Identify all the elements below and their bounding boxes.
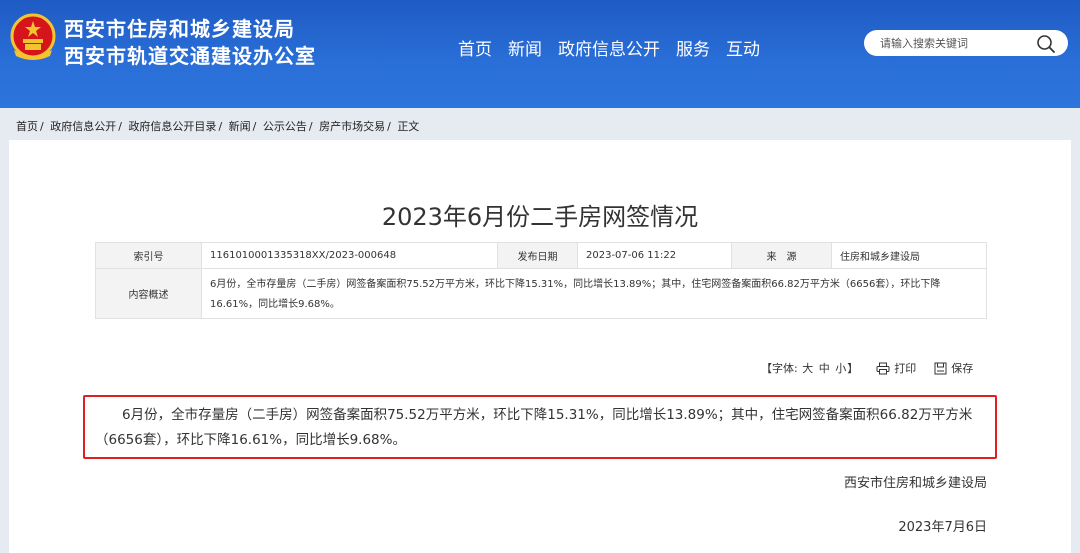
font-size-control: 【字体: 大 中 小】 [761,360,858,376]
search-box [864,30,1068,56]
site-header: 西安市住房和城乡建设局 西安市轨道交通建设办公室 首页 新闻 政府信息公开 服务… [0,0,1080,108]
summary-label: 内容概述 [95,268,202,319]
index-label: 索引号 [95,242,202,269]
main-nav: 首页 新闻 政府信息公开 服务 互动 [458,35,776,60]
org-name-primary: 西安市住房和城乡建设局 [64,17,295,41]
save-label: 保存 [951,362,974,375]
nav-item-services[interactable]: 服务 [676,35,710,60]
article-body: 6月份，全市存量房（二手房）网签备案面积75.52万平方米，环比下降15.31%… [95,407,973,448]
nav-item-interaction[interactable]: 互动 [726,35,760,60]
breadcrumb-gov-info[interactable]: 政府信息公开 [50,120,116,133]
breadcrumb-notices[interactable]: 公示公告 [263,120,307,133]
index-value: 1161010001335318XX/2023-000648 [201,242,498,269]
search-input[interactable] [880,34,1030,52]
font-size-medium[interactable]: 中 [819,362,830,375]
breadcrumb-current: 正文 [397,120,420,133]
breadcrumb-housing-market[interactable]: 房产市场交易 [319,120,385,133]
publish-date-value: 2023-07-06 11:22 [577,242,732,269]
search-icon[interactable] [1036,34,1056,54]
font-size-close: 】 [847,362,859,375]
print-button[interactable]: 打印 [876,360,916,376]
article-signature: 西安市住房和城乡建设局 [843,476,987,491]
breadcrumb-home[interactable]: 首页 [16,120,38,133]
article-sign-date: 2023年7月6日 [898,520,987,535]
font-size-small[interactable]: 小 [835,362,846,375]
publish-date-label: 发布日期 [497,242,578,269]
breadcrumb-news[interactable]: 新闻 [229,120,251,133]
breadcrumb-gov-info-catalog[interactable]: 政府信息公开目录 [128,120,216,133]
highlighted-body-box: 6月份，全市存量房（二手房）网签备案面积75.52万平方米，环比下降15.31%… [83,395,997,459]
breadcrumb: 首页 / 政府信息公开 / 政府信息公开目录 / 新闻 / 公示公告 / 房产市场交易 / … [16,120,420,133]
article-meta-table: 索引号 1161010001335318XX/2023-000648 发布日期 … [95,242,987,319]
print-label: 打印 [894,362,917,375]
save-button[interactable]: 保存 [934,360,973,376]
national-emblem-icon [10,13,56,60]
save-icon [934,362,947,374]
font-size-large[interactable]: 大 [802,362,813,375]
nav-item-gov-info[interactable]: 政府信息公开 [558,35,660,60]
article-tools: 【字体: 大 中 小】 打印 保存 [761,360,973,376]
nav-item-news[interactable]: 新闻 [508,35,542,60]
article-container: 2023年6月份二手房网签情况 索引号 1161010001335318XX/2… [9,140,1071,553]
font-size-label: 【字体: [761,362,798,375]
source-label: 来 源 [731,242,832,269]
org-name-secondary: 西安市轨道交通建设办公室 [64,44,316,68]
printer-icon [876,362,890,374]
nav-item-home[interactable]: 首页 [458,35,492,60]
source-value: 住房和城乡建设局 [831,242,987,269]
article-title: 2023年6月份二手房网签情况 [381,203,699,231]
summary-value: 6月份，全市存量房（二手房）网签备案面积75.52万平方米，环比下降15.31%… [201,268,987,319]
